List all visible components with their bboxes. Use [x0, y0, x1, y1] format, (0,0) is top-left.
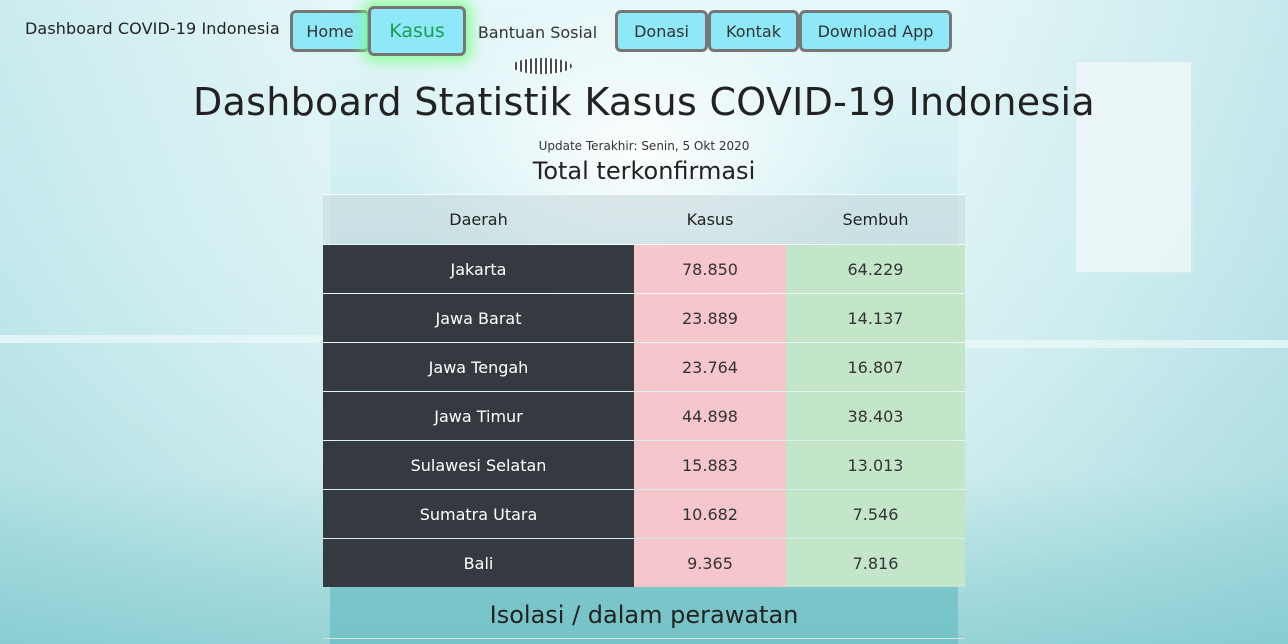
header-daerah: Daerah: [449, 210, 508, 229]
nav-home-button[interactable]: Home: [290, 10, 370, 52]
recovered-cell: 14.137: [786, 294, 965, 342]
header-sembuh: Sembuh: [842, 210, 909, 229]
cases-cell: 44.898: [634, 392, 786, 440]
section-title-total: Total terkonfirmasi: [532, 157, 756, 185]
region-cell: Jakarta: [323, 245, 634, 293]
nav-kontak-button[interactable]: Kontak: [708, 10, 799, 52]
nav-download-app-button[interactable]: Download App: [799, 10, 952, 52]
table-row: Sumatra Utara 10.682 7.546: [323, 489, 965, 538]
table-header: Daerah Kasus Sembuh: [323, 194, 965, 244]
recovered-cell: 64.229: [786, 245, 965, 293]
cases-cell: 23.889: [634, 294, 786, 342]
table-row: Jawa Tengah 23.764 16.807: [323, 342, 965, 391]
page-title: Dashboard Statistik Kasus COVID-19 Indon…: [193, 80, 1095, 124]
section-title-isolasi: Isolasi / dalam perawatan: [489, 601, 799, 629]
cases-cell: 23.764: [634, 343, 786, 391]
region-cell: Bali: [323, 539, 634, 587]
cases-cell: 78.850: [634, 245, 786, 293]
recovered-cell: 38.403: [786, 392, 965, 440]
table-row: Sulawesi Selatan 15.883 13.013: [323, 440, 965, 489]
recovered-cell: 13.013: [786, 441, 965, 489]
table-row: Jawa Timur 44.898 38.403: [323, 391, 965, 440]
nav-kasus-button[interactable]: Kasus: [368, 6, 466, 56]
ceiling-lamp-icon: [512, 58, 572, 74]
region-cell: Sulawesi Selatan: [323, 441, 634, 489]
table-row: Jakarta 78.850 64.229: [323, 244, 965, 293]
recovered-cell: 7.816: [786, 539, 965, 587]
recovered-cell: 16.807: [786, 343, 965, 391]
cases-table: Daerah Kasus Sembuh Jakarta 78.850 64.22…: [323, 194, 965, 587]
nav-bantuan-sosial-label: Bantuan Sosial: [477, 23, 598, 42]
table-row: Bali 9.365 7.816: [323, 538, 965, 587]
recovered-cell: 7.546: [786, 490, 965, 538]
region-cell: Jawa Barat: [323, 294, 634, 342]
header-kasus: Kasus: [686, 210, 734, 229]
region-cell: Jawa Timur: [323, 392, 634, 440]
background-rail-left: [0, 335, 330, 343]
region-cell: Jawa Tengah: [323, 343, 634, 391]
site-brand[interactable]: Dashboard COVID-19 Indonesia: [25, 19, 280, 38]
cases-cell: 15.883: [634, 441, 786, 489]
nav-donasi-button[interactable]: Donasi: [615, 10, 708, 52]
divider: [323, 638, 965, 639]
last-updated: Update Terakhir: Senin, 5 Okt 2020: [538, 139, 750, 153]
region-cell: Sumatra Utara: [323, 490, 634, 538]
nav-bantuan-sosial-button[interactable]: Bantuan Sosial: [460, 10, 615, 52]
table-row: Jawa Barat 23.889 14.137: [323, 293, 965, 342]
cases-cell: 9.365: [634, 539, 786, 587]
cases-cell: 10.682: [634, 490, 786, 538]
background-rail-right: [958, 340, 1288, 348]
